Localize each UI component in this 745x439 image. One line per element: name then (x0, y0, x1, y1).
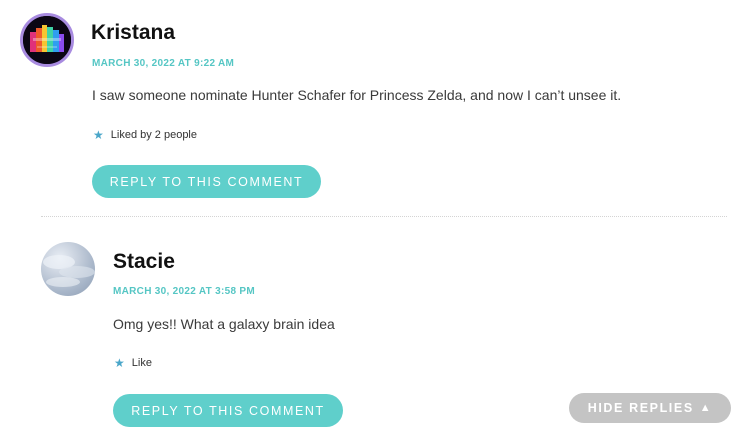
avatar[interactable] (41, 242, 95, 296)
like-text: Liked by 2 people (110, 129, 197, 141)
comment-text: I saw someone nominate Hunter Schafer fo… (92, 87, 622, 103)
comment-text: Omg yes!! What a galaxy brain idea (113, 316, 335, 332)
like-button[interactable]: ★ Like (114, 357, 152, 369)
avatar[interactable] (20, 13, 74, 67)
comment-author[interactable]: Stacie (113, 250, 175, 274)
star-icon: ★ (114, 356, 125, 370)
colorful-castle-avatar-icon (23, 16, 71, 64)
star-icon: ★ (93, 128, 104, 142)
comment-date[interactable]: MARCH 30, 2022 AT 9:22 AM (92, 58, 234, 69)
hide-replies-button[interactable]: HIDE REPLIES ▲ (569, 393, 731, 423)
like-text: Like (131, 357, 152, 369)
triangle-up-icon: ▲ (699, 402, 713, 414)
like-widget[interactable]: ★ Liked by 2 people (93, 129, 197, 141)
hide-replies-label: HIDE REPLIES (587, 401, 694, 415)
comment-divider (41, 216, 727, 217)
comment-date[interactable]: MARCH 30, 2022 AT 3:58 PM (113, 286, 255, 297)
reply-button[interactable]: REPLY TO THIS COMMENT (92, 165, 321, 198)
cloudy-sky-avatar-icon (43, 255, 95, 287)
reply-button[interactable]: REPLY TO THIS COMMENT (113, 394, 343, 427)
comments-section: Kristana MARCH 30, 2022 AT 9:22 AM I saw… (0, 0, 745, 439)
comment-author[interactable]: Kristana (91, 21, 175, 45)
